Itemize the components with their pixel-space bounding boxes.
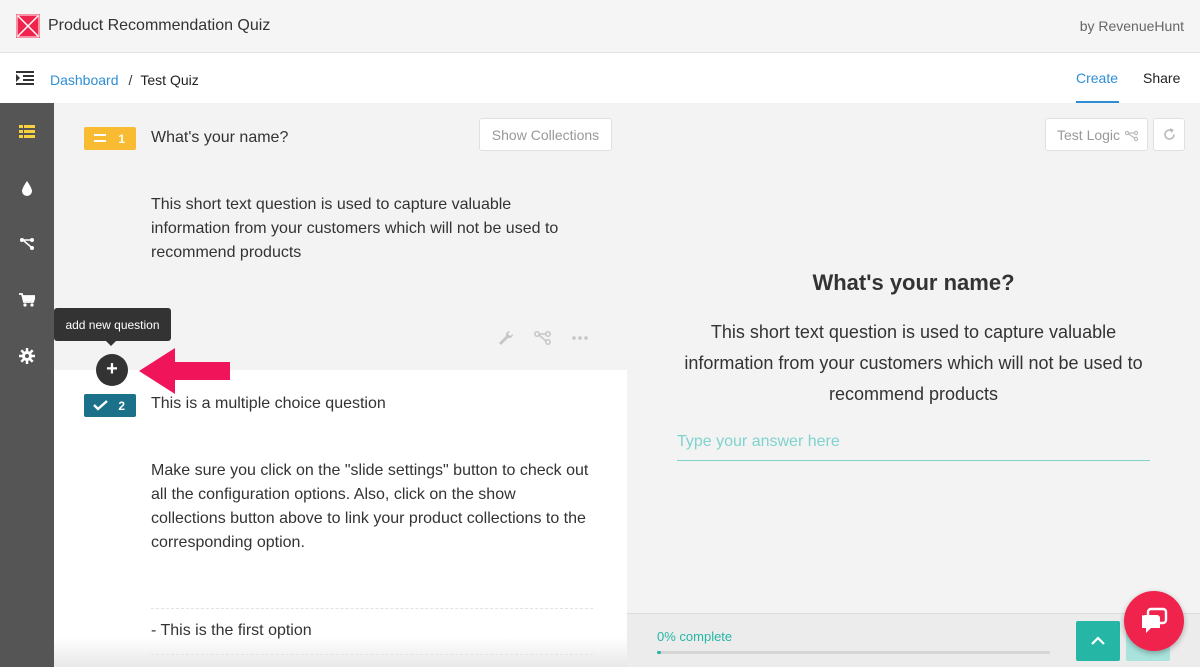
tab-share[interactable]: Share xyxy=(1143,70,1180,86)
logic-icon[interactable] xyxy=(19,236,35,252)
pointer-arrow-icon xyxy=(139,348,230,394)
question-1-description[interactable]: This short text question is used to capt… xyxy=(151,193,591,265)
nav-bar: Dashboard / Test Quiz Create Share xyxy=(0,53,1200,103)
progress-label: 0% complete xyxy=(657,629,733,644)
breadcrumb-separator: / xyxy=(128,72,133,88)
refresh-preview-button[interactable] xyxy=(1153,118,1185,151)
short-text-icon xyxy=(94,134,106,142)
question-2-description[interactable]: Make sure you click on the "slide settin… xyxy=(151,459,591,555)
progress-track xyxy=(657,651,1050,654)
drop-icon[interactable] xyxy=(19,180,35,196)
gear-icon[interactable] xyxy=(19,348,35,364)
breadcrumb-current: Test Quiz xyxy=(140,72,199,88)
show-collections-button[interactable]: Show Collections xyxy=(479,118,612,151)
quiz-preview: Test Logic What's your name? This short … xyxy=(627,103,1200,667)
logic-jump-icon[interactable] xyxy=(534,329,552,347)
test-logic-label: Test Logic xyxy=(1057,127,1121,143)
chevron-up-icon xyxy=(1091,636,1105,645)
grid-icon[interactable] xyxy=(19,124,35,140)
app-title: Product Recommendation Quiz xyxy=(48,17,271,34)
refresh-icon xyxy=(1164,128,1175,140)
scroll-fade xyxy=(54,637,627,667)
tooltip-arrow xyxy=(106,341,116,346)
progress-fill xyxy=(657,651,661,654)
preview-question-title: What's your name? xyxy=(812,270,1015,295)
app-logo xyxy=(16,14,40,38)
preview-question-description: This short text question is used to capt… xyxy=(684,322,1143,404)
menu-toggle-icon[interactable] xyxy=(16,70,34,86)
more-options-icon[interactable] xyxy=(571,329,589,347)
question-number: 2 xyxy=(118,399,125,413)
sidebar xyxy=(0,103,54,667)
chat-support-button[interactable] xyxy=(1124,591,1184,651)
add-question-button[interactable]: + xyxy=(96,354,128,386)
question-2-badge[interactable]: 2 xyxy=(84,394,136,417)
vendor-label[interactable]: by RevenueHunt xyxy=(1080,18,1184,34)
logic-icon xyxy=(1125,130,1138,142)
answer-input[interactable] xyxy=(677,423,1150,461)
test-logic-button[interactable]: Test Logic xyxy=(1045,118,1148,151)
question-1-badge[interactable]: 1 xyxy=(84,127,136,150)
question-1-title[interactable]: What's your name? xyxy=(151,129,288,147)
question-2-title[interactable]: This is a multiple choice question xyxy=(151,395,386,413)
add-question-tooltip: add new question xyxy=(54,308,171,341)
check-icon xyxy=(93,400,108,411)
previous-question-button[interactable] xyxy=(1076,621,1120,661)
app-header: Product Recommendation Quiz by RevenueHu… xyxy=(0,0,1200,53)
progress-footer: 0% complete xyxy=(627,613,1200,667)
wrench-icon[interactable] xyxy=(497,329,515,347)
tab-create[interactable]: Create xyxy=(1076,70,1118,86)
option-divider xyxy=(151,608,593,609)
breadcrumb: Dashboard / Test Quiz xyxy=(50,72,199,88)
cart-icon[interactable] xyxy=(19,292,35,308)
breadcrumb-dashboard-link[interactable]: Dashboard xyxy=(50,72,119,88)
question-editor: 1 What's your name? Show Collections Thi… xyxy=(54,103,627,667)
chat-icon xyxy=(1142,607,1168,633)
question-number: 1 xyxy=(118,132,125,146)
